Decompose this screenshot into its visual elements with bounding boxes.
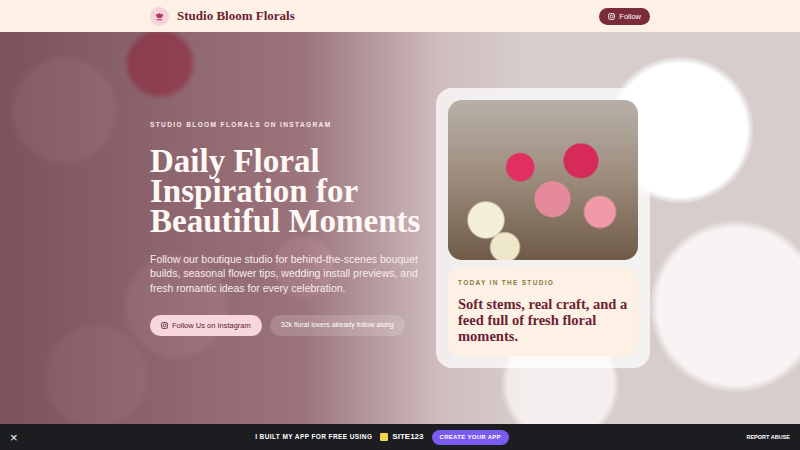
instagram-icon bbox=[161, 322, 168, 329]
hero-eyebrow: STUDIO BLOOM FLORALS ON INSTAGRAM bbox=[150, 120, 428, 130]
site123-logo[interactable]: SITE123 bbox=[380, 431, 423, 443]
follow-label: Follow bbox=[619, 12, 641, 21]
studio-photo bbox=[448, 100, 638, 260]
feature-card: TODAY IN THE STUDIO Soft stems, real cra… bbox=[436, 88, 650, 367]
top-bar: Studio Bloom Florals Follow bbox=[0, 0, 800, 32]
flower-icon bbox=[150, 7, 169, 26]
followers-badge: 32k floral lovers already follow along bbox=[270, 315, 405, 335]
create-app-button[interactable]: CREATE YOUR APP bbox=[432, 430, 509, 445]
promo-bar: × I BUILT MY APP FOR FREE USING SITE123 … bbox=[0, 424, 800, 450]
hero: STUDIO BLOOM FLORALS ON INSTAGRAM Daily … bbox=[0, 32, 800, 424]
site123-name: SITE123 bbox=[392, 431, 423, 443]
hero-description: Follow our boutique studio for behind-th… bbox=[150, 252, 428, 295]
brand-name[interactable]: Studio Bloom Florals bbox=[177, 6, 295, 26]
studio-note: TODAY IN THE STUDIO Soft stems, real cra… bbox=[448, 268, 638, 355]
brand[interactable]: Studio Bloom Florals bbox=[150, 6, 295, 26]
report-abuse-link[interactable]: REPORT ABUSE bbox=[746, 433, 790, 441]
note-eyebrow: TODAY IN THE STUDIO bbox=[458, 278, 628, 288]
promo-message: I BUILT MY APP FOR FREE USING bbox=[255, 432, 372, 442]
instagram-icon bbox=[608, 13, 615, 20]
follow-button[interactable]: Follow bbox=[599, 8, 650, 25]
site123-icon bbox=[380, 433, 388, 441]
hero-title: Daily Floral Inspiration for Beautiful M… bbox=[150, 146, 428, 236]
instagram-cta-button[interactable]: Follow Us on Instagram bbox=[150, 315, 262, 336]
hero-text: STUDIO BLOOM FLORALS ON INSTAGRAM Daily … bbox=[150, 120, 428, 336]
note-text: Soft stems, real craft, and a feed full … bbox=[458, 296, 628, 345]
close-button[interactable]: × bbox=[10, 431, 18, 444]
cta-label: Follow Us on Instagram bbox=[172, 321, 251, 330]
